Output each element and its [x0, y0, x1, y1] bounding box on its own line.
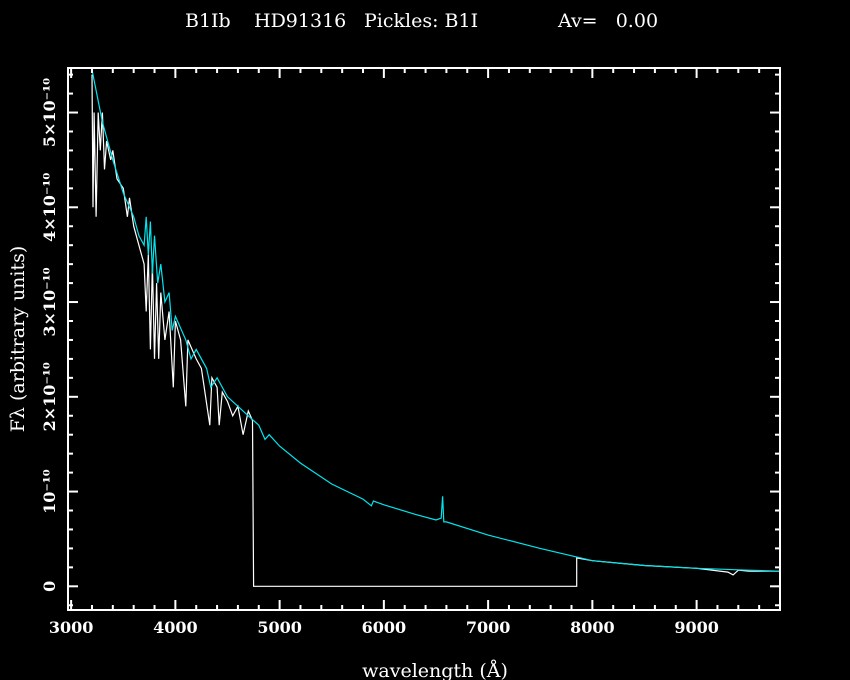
x-tick-label: 4000	[153, 618, 198, 637]
series-line-0	[92, 75, 780, 587]
tick-layer: 3000 4000 5000 6000 7000 8000 9000 0 10⁻¹⁰ 2×10⁻¹…	[40, 68, 780, 637]
spectrum-chart: 3000 4000 5000 6000 7000 8000 9000 0 10⁻¹⁰ 2×10⁻¹…	[0, 0, 850, 680]
y-axis-label: Fλ (arbitrary units)	[7, 246, 29, 433]
x-tick-label: 5000	[257, 618, 302, 637]
x-axis-label: wavelength (Å)	[362, 660, 508, 680]
x-tick-label: 8000	[570, 618, 615, 637]
y-tick-label: 10⁻¹⁰	[40, 469, 59, 514]
x-tick-label: 6000	[362, 618, 407, 637]
y-tick-label: 0	[40, 581, 59, 592]
y-tick-label: 3×10⁻¹⁰	[40, 267, 59, 336]
x-tick-label: 7000	[466, 618, 511, 637]
series-line-1	[92, 70, 780, 571]
y-tick-label: 5×10⁻¹⁰	[40, 78, 59, 147]
x-tick-label: 9000	[674, 618, 719, 637]
series-layer	[92, 70, 780, 586]
y-tick-label: 4×10⁻¹⁰	[40, 173, 59, 242]
x-tick-label: 3000	[49, 618, 94, 637]
y-tick-label: 2×10⁻¹⁰	[40, 362, 59, 431]
